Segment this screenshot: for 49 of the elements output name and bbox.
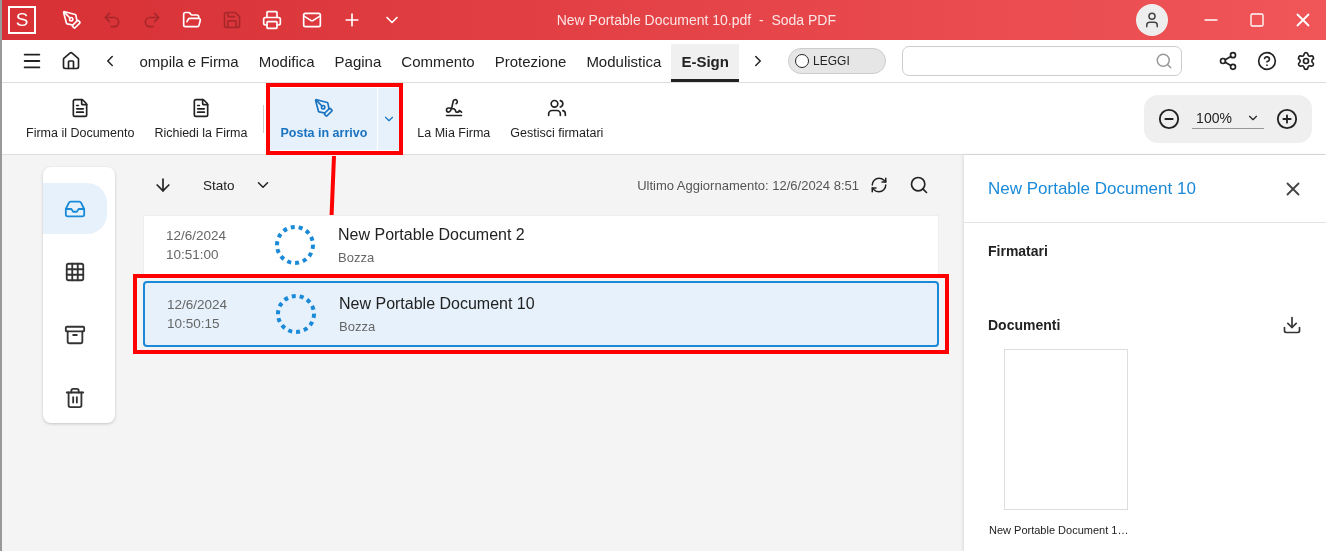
ribbon-button[interactable]: Firma il Documento — [16, 87, 145, 150]
document-status: Bozza — [338, 249, 376, 265]
ribbon-button[interactable]: Gestisci firmatari — [500, 87, 614, 150]
zoom-in-icon[interactable] — [1275, 107, 1298, 130]
caret-icon[interactable] — [377, 87, 400, 150]
document-title: New Portable Document 10 — [339, 294, 535, 313]
search-field[interactable] — [902, 46, 1183, 76]
tab[interactable]: Pagina — [324, 44, 392, 82]
last-updated: Ultimo Aggiornamento: 12/6/2024 8:51 — [637, 177, 859, 193]
section-heading: Firmatari — [988, 243, 1048, 259]
trash-icon — [64, 386, 86, 409]
row-time: 10:50:15 — [167, 316, 221, 331]
status-icon — [274, 224, 316, 266]
archive-icon — [64, 323, 86, 346]
row-date: 12/6/2024 — [166, 228, 228, 243]
window-title: New Portable Document 10.pdf - Soda PDF — [555, 12, 837, 28]
section-heading: Documenti — [988, 317, 1061, 333]
document-row[interactable]: 12/6/2024 10:50:15 New Portable Document 10 Bozza — [143, 281, 939, 347]
document-thumbnail[interactable] — [1004, 349, 1128, 510]
user-icon[interactable] — [1136, 4, 1168, 36]
app-logo: S — [8, 6, 36, 34]
document-user-icon — [70, 97, 91, 118]
ribbon-button[interactable]: Posta in arrivo — [270, 87, 378, 150]
document-status: Bozza — [339, 318, 377, 334]
tab[interactable]: Modulistica — [576, 44, 672, 82]
document-row[interactable]: 12/6/2024 10:51:00 New Portable Document 2 Bozza — [143, 215, 939, 275]
zoom-out-icon[interactable] — [1158, 107, 1181, 130]
tab[interactable]: E-Sign — [671, 44, 739, 82]
document-title: New Portable Document 2 — [338, 225, 525, 244]
panel-title: New Portable Document 10 — [988, 178, 1196, 199]
status-icon — [275, 293, 317, 335]
ribbon-button[interactable]: Richiedi la Firma — [144, 87, 258, 150]
row-time: 10:51:00 — [166, 247, 220, 262]
tab[interactable]: ompila e Firma — [129, 44, 249, 82]
signature-icon — [443, 97, 464, 118]
download-icon[interactable] — [1282, 315, 1302, 335]
row-date: 12/6/2024 — [167, 297, 229, 312]
pen-icon — [313, 97, 334, 118]
users-icon — [546, 97, 567, 118]
grid-icon — [64, 260, 86, 283]
tab[interactable]: Commento — [391, 44, 485, 82]
search-icon — [1155, 52, 1174, 70]
ribbon-button[interactable]: La Mia Firma — [407, 87, 501, 150]
zoom-dropdown[interactable]: 100% — [1192, 108, 1264, 129]
tab[interactable]: Modifica — [248, 44, 325, 82]
tab[interactable]: Protezione — [484, 44, 577, 82]
sort-label[interactable]: Stato — [203, 177, 235, 193]
file-name: New Portable Document 1… — [989, 524, 1130, 536]
read-mode-toggle[interactable]: LEGGI — [788, 48, 887, 74]
